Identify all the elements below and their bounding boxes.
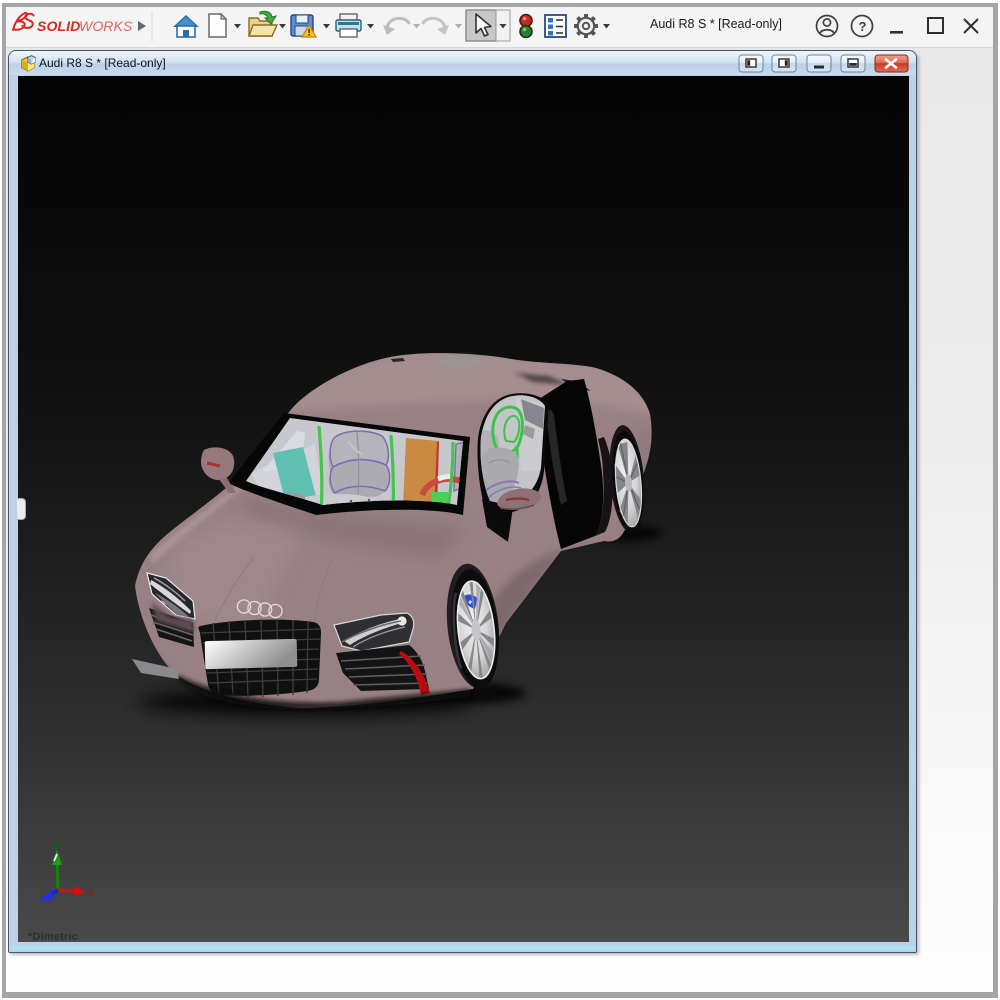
svg-text:SOLID: SOLID — [37, 18, 80, 34]
svg-text:WORKS: WORKS — [79, 18, 133, 34]
svg-text:x: x — [88, 888, 94, 899]
